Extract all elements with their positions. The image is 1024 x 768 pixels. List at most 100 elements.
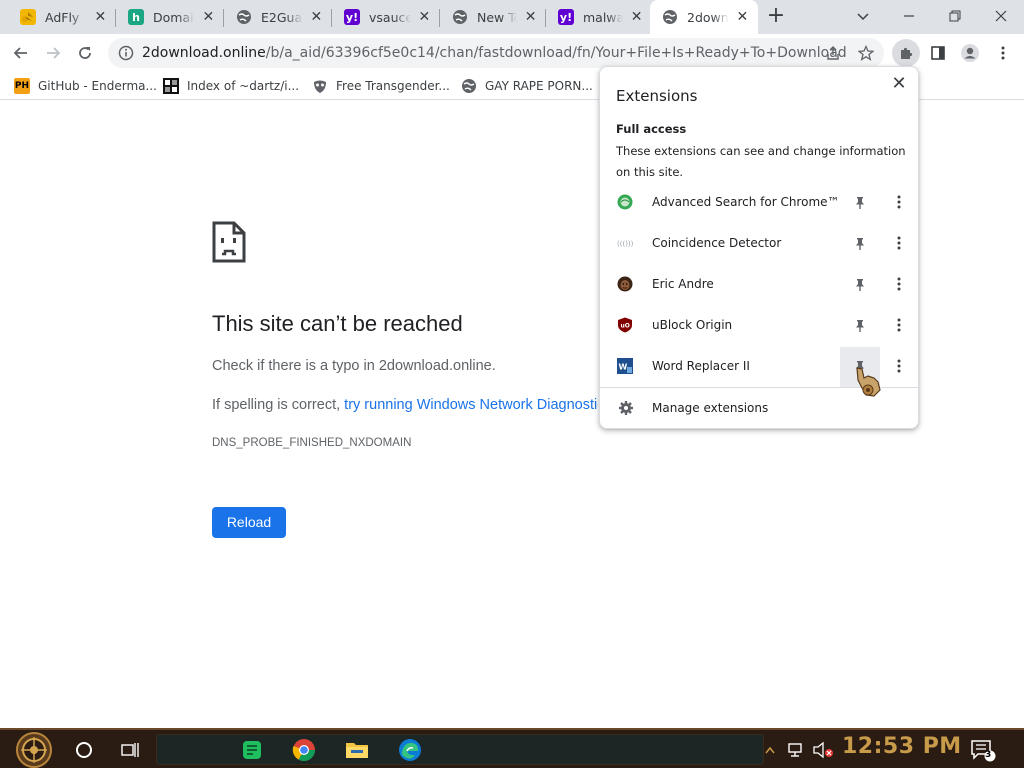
minimize-button[interactable] [886, 4, 932, 30]
pin-button[interactable] [840, 183, 880, 223]
close-window-button[interactable] [978, 4, 1024, 30]
task-view-button[interactable] [116, 736, 144, 764]
extension-row[interactable]: uO uBlock Origin [600, 305, 918, 346]
tab-malware[interactable]: y! malware ✕ [546, 0, 652, 34]
tab-title: New To [477, 9, 518, 25]
kebab-menu-icon [897, 236, 901, 250]
close-icon[interactable]: ✕ [309, 9, 324, 25]
clock[interactable]: 12:53 PM [842, 734, 962, 759]
folder-icon [346, 743, 368, 758]
show-hidden-icons-button[interactable] [760, 736, 780, 764]
taskbar-app-notes[interactable] [238, 736, 266, 764]
bookmark-gay[interactable]: GAY RAPE PORN... [461, 77, 593, 95]
extension-row[interactable]: Advanced Search for Chrome™ [600, 182, 918, 223]
face-icon [617, 276, 633, 292]
more-options-button[interactable] [891, 358, 907, 374]
bookmark-github[interactable]: PH GitHub - Enderma... [14, 77, 157, 95]
ublock-icon: uO [618, 317, 632, 333]
chevron-up-icon [765, 746, 775, 754]
svg-text:W: W [619, 363, 628, 372]
start-button[interactable] [12, 731, 56, 768]
bookmark-free[interactable]: Free Transgender... [312, 77, 450, 95]
index-icon [163, 78, 179, 94]
svg-text:((())): ((())) [617, 240, 633, 248]
reload-icon [79, 47, 91, 59]
extension-name: Coincidence Detector [652, 236, 782, 250]
back-button[interactable] [8, 40, 34, 66]
extension-name: Eric Andre [652, 277, 714, 291]
close-icon[interactable]: ✕ [93, 9, 108, 25]
svg-text:uO: uO [621, 323, 630, 330]
close-icon[interactable]: ✕ [523, 9, 538, 25]
more-options-button[interactable] [891, 194, 907, 210]
extension-name: Word Replacer II [652, 359, 750, 373]
popup-title: Extensions [616, 87, 698, 105]
close-icon[interactable]: ✕ [417, 9, 432, 25]
reload-button[interactable]: Reload [212, 507, 286, 538]
diagnostics-link[interactable]: try running Windows Network Diagnostics [344, 397, 598, 413]
pin-button[interactable] [840, 224, 880, 264]
tab-adfly[interactable]: AdFly ✕ [8, 0, 116, 34]
tab-title: AdFly [45, 9, 80, 25]
address-bar[interactable]: 2download.online/b/a_aid/63396cf5e0c14/c… [108, 38, 884, 68]
restore-button[interactable] [932, 4, 978, 30]
volume-muted-icon [813, 741, 833, 759]
tab-e2guardian[interactable]: E2Guar ✕ [224, 0, 332, 34]
bookmark-star-button[interactable] [853, 40, 879, 66]
extension-row[interactable]: ((())) Coincidence Detector [600, 223, 918, 264]
gear-icon [619, 401, 633, 415]
forward-button[interactable] [40, 40, 66, 66]
extension-row[interactable]: Eric Andre [600, 264, 918, 305]
ph-icon: PH [14, 78, 30, 94]
more-options-button[interactable] [891, 276, 907, 292]
globe-icon [236, 9, 252, 25]
pin-button[interactable] [840, 306, 880, 346]
tab-search-button[interactable] [840, 4, 886, 30]
close-icon[interactable]: ✕ [629, 9, 644, 25]
kebab-menu-icon [897, 277, 901, 291]
taskbar-app-edge[interactable] [396, 736, 424, 764]
search-button[interactable] [70, 736, 98, 764]
side-panel-button[interactable] [925, 40, 951, 66]
taskbar-app-explorer[interactable] [343, 736, 371, 764]
new-tab-button[interactable]: + [764, 5, 788, 28]
pin-icon [856, 238, 864, 250]
more-options-button[interactable] [891, 235, 907, 251]
echo-icon: ((())) [617, 240, 633, 248]
network-button[interactable] [784, 736, 808, 764]
sad-page-icon [212, 221, 246, 263]
close-icon[interactable]: ✕ [735, 9, 750, 25]
pin-icon [856, 197, 864, 209]
extensions-button[interactable] [892, 39, 920, 67]
profile-button[interactable] [957, 40, 983, 66]
share-button[interactable] [820, 40, 846, 66]
menu-button[interactable] [990, 40, 1016, 66]
tab-2download[interactable]: 2downl ✕ [650, 0, 758, 34]
tab-new-to[interactable]: New To ✕ [440, 0, 546, 34]
bookmark-index[interactable]: Index of ~dartz/i... [163, 77, 299, 95]
tab-title: E2Guar [261, 9, 303, 25]
close-icon[interactable]: ✕ [888, 73, 910, 95]
puzzle-icon [901, 47, 913, 59]
side-panel-icon [931, 46, 945, 60]
more-options-button[interactable] [891, 317, 907, 333]
reload-toolbar-button[interactable] [72, 40, 98, 66]
kebab-menu-icon [1001, 46, 1005, 60]
pin-button[interactable] [840, 265, 880, 305]
adfly-icon [20, 9, 36, 25]
notifications-button[interactable]: 3 [968, 736, 998, 764]
error-title: This site can’t be reached [212, 311, 463, 336]
globe-icon [461, 78, 477, 94]
star-icon [858, 45, 874, 61]
taskbar-app-chrome[interactable] [290, 736, 318, 764]
close-icon[interactable]: ✕ [201, 9, 216, 25]
tab-title: Domain [153, 9, 195, 25]
tab-domain[interactable]: h Domain ✕ [116, 0, 224, 34]
h-icon: h [128, 9, 144, 25]
cortana-icon [76, 742, 92, 758]
globe-icon [662, 9, 678, 25]
tab-vsauce[interactable]: y! vsauce ✕ [332, 0, 440, 34]
info-icon[interactable] [118, 45, 134, 61]
volume-button[interactable] [810, 736, 836, 764]
network-icon [788, 743, 802, 757]
